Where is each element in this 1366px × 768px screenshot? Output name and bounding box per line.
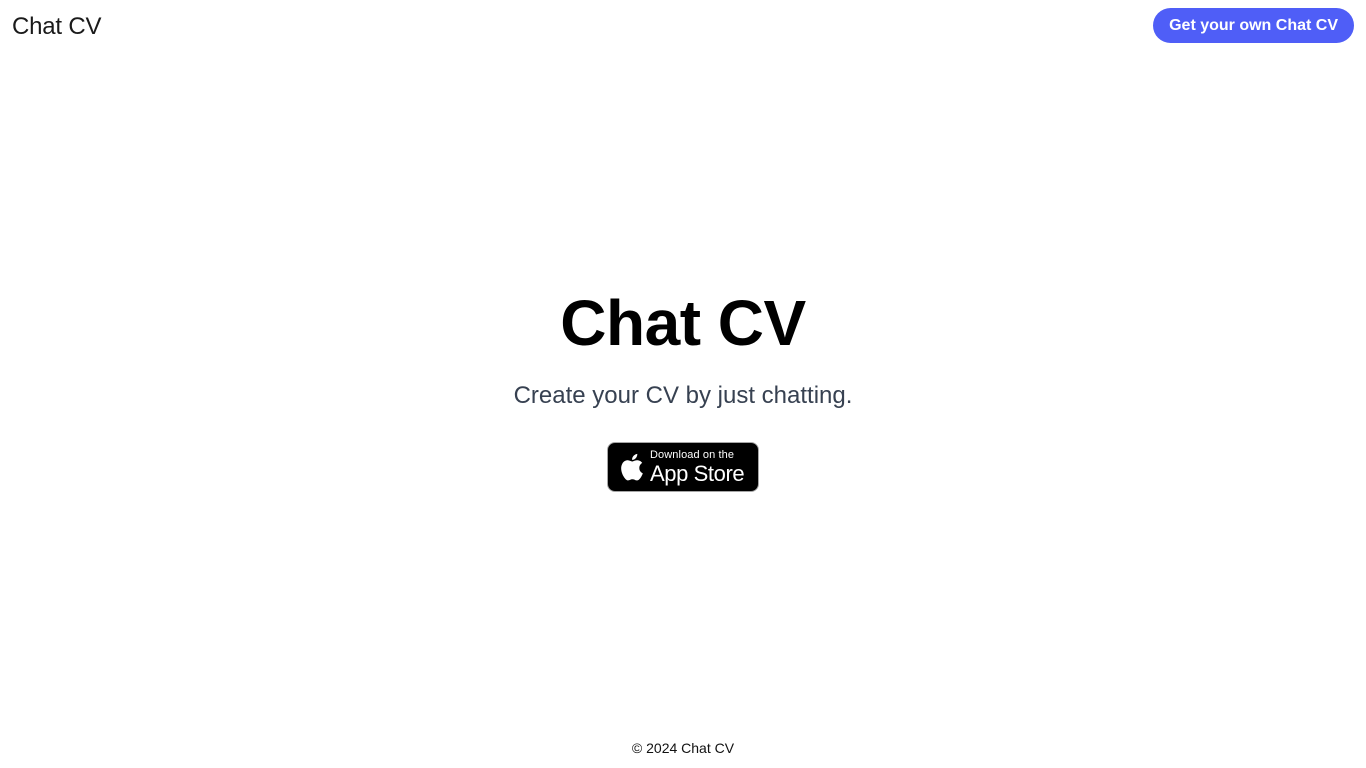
badge-large-text: App Store bbox=[650, 460, 745, 486]
footer-copyright: © 2024 Chat CV bbox=[631, 740, 735, 756]
brand-link[interactable]: Chat CV bbox=[12, 11, 102, 43]
page: Chat CV Get your own Chat CV Chat CV Cre… bbox=[0, 0, 1366, 768]
hero-title: Chat CV bbox=[560, 287, 806, 359]
app-store-badge-text: Download on the App Store bbox=[650, 448, 745, 486]
badge-small-text: Download on the bbox=[650, 448, 735, 461]
app-store-download-button[interactable]: Download on the App Store bbox=[607, 442, 759, 492]
get-your-own-chat-cv-button[interactable]: Get your own Chat CV bbox=[1153, 8, 1354, 43]
hero-subtitle: Create your CV by just chatting. bbox=[513, 382, 853, 409]
hero-section: Chat CV Create your CV by just chatting.… bbox=[0, 282, 1366, 492]
apple-icon bbox=[618, 452, 644, 482]
